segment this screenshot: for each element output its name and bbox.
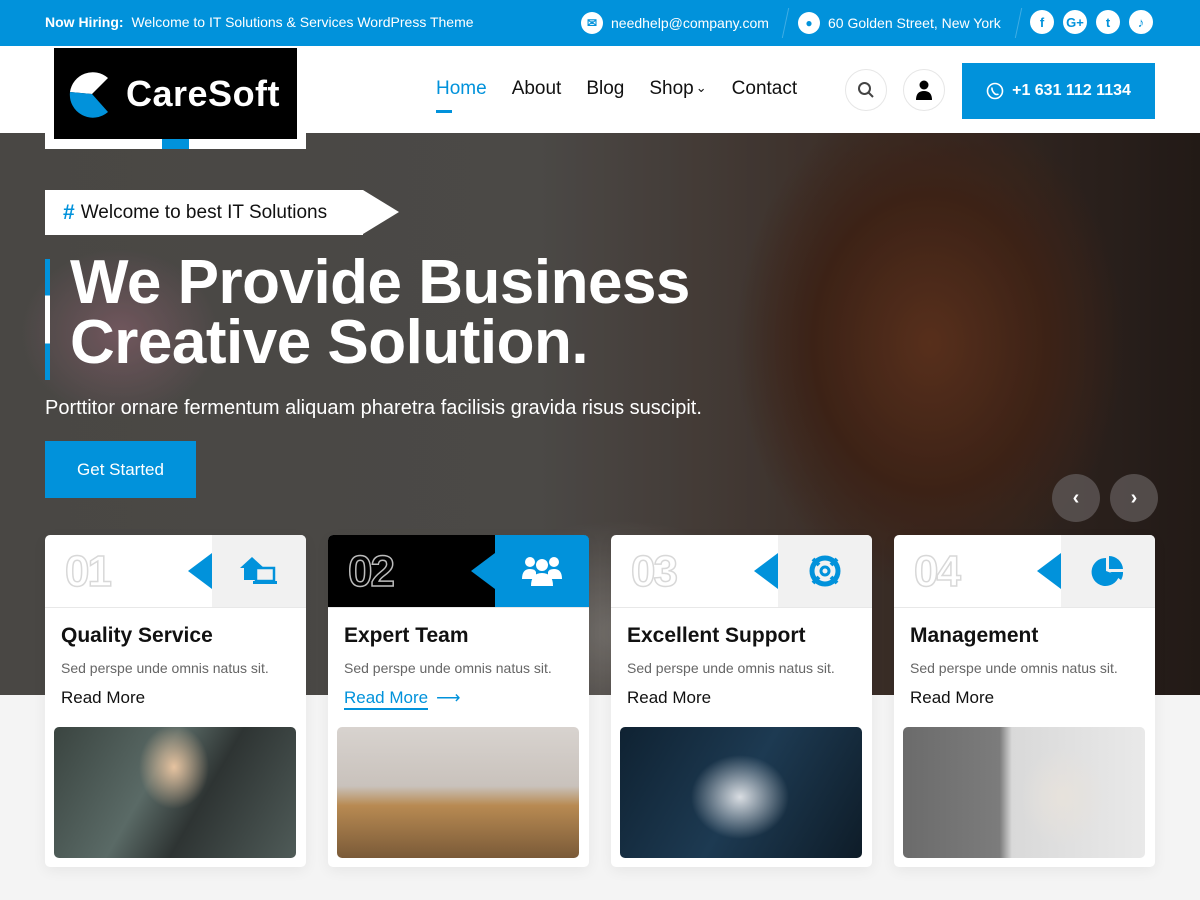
nav-about[interactable]: About [512,78,562,100]
feature-card: 01 Quality Service Sed perspe unde omnis… [45,535,306,867]
feature-card: 02 Expert Team Sed perspe unde omnis nat… [328,535,589,867]
card-number: 03 [630,546,678,597]
card-header: 04 [894,535,1155,608]
read-more-link[interactable]: Read More [344,688,429,710]
logo-accent [162,139,189,149]
main-nav: Home About Blog Shop ⌄ Contact [436,78,797,113]
top-bar: Now Hiring: Welcome to IT Solutions & Se… [0,0,1200,46]
logo-inner: CareSoft [54,48,297,139]
read-more-link[interactable]: Read More [910,688,994,708]
social-links: f G+ t ♪ [1030,10,1153,34]
hero-title-line2: Creative Solution. [70,308,589,377]
tagline-text: Welcome to best IT Solutions [80,201,328,223]
card-header: 03 [611,535,872,608]
slider-prev-button[interactable]: ‹ [1052,474,1100,522]
card-header: 02 [328,535,589,608]
hash-icon: # [63,200,75,224]
card-description: Sed perspe unde omnis natus sit. [61,660,269,676]
read-more-link[interactable]: Read More [627,688,711,708]
feature-cards: 01 Quality Service Sed perspe unde omnis… [45,535,1155,867]
card-image [903,727,1145,858]
nav-home[interactable]: Home [436,78,487,113]
card-header: 01 [45,535,306,608]
logo[interactable]: CareSoft [45,46,306,149]
twitter-icon[interactable]: t [1096,10,1120,34]
hiring-text: Welcome to IT Solutions & Services WordP… [131,14,474,30]
card-title: Excellent Support [627,624,806,647]
slider-next-button[interactable]: › [1110,474,1158,522]
card-image [337,727,579,858]
phone-number: +1 631 112 1134 [1012,82,1131,99]
card-description: Sed perspe unde omnis natus sit. [627,660,835,676]
google-plus-icon[interactable]: G+ [1063,10,1087,34]
map-pin-icon: ● [798,12,820,34]
arrow-right-icon: ⟶ [436,688,461,707]
feature-card: 04 Management Sed perspe unde omnis natu… [894,535,1155,867]
nav-blog[interactable]: Blog [586,78,624,100]
card-icon-box [1037,535,1155,607]
hero-tagline: # Welcome to best IT Solutions [45,190,399,235]
card-number: 01 [64,546,112,597]
get-started-button[interactable]: Get Started [45,441,196,498]
nav-shop[interactable]: Shop ⌄ [649,78,706,100]
hiring-notice: Now Hiring: Welcome to IT Solutions & Se… [45,14,474,30]
title-accent-bar [45,259,50,380]
read-more-label: Read More [344,688,429,707]
address-contact: ● 60 Golden Street, New York [798,11,1001,35]
user-icon [916,80,932,100]
hero-title-line1: We Provide Business [70,248,690,317]
account-button[interactable] [903,69,945,111]
read-more-link[interactable]: Read More [61,688,145,708]
hiring-label: Now Hiring: [45,14,124,30]
search-icon [858,82,874,98]
card-icon-box [188,535,306,607]
card-description: Sed perspe unde omnis natus sit. [344,660,552,676]
hero-subtitle: Porttitor ornare fermentum aliquam phare… [45,397,702,419]
tiktok-icon[interactable]: ♪ [1129,10,1153,34]
address-text: 60 Golden Street, New York [828,15,1001,31]
phone-button[interactable]: +1 631 112 1134 [962,63,1155,119]
facebook-icon[interactable]: f [1030,10,1054,34]
card-title: Management [910,624,1039,647]
nav-contact[interactable]: Contact [732,78,797,100]
whatsapp-icon [986,82,1004,100]
card-number: 04 [913,546,961,597]
hero-title: We Provide Business Creative Solution. [70,252,690,374]
feature-card: 03 Excellent Support Sed perspe unde omn… [611,535,872,867]
email-text: needhelp@company.com [611,15,769,31]
search-button[interactable] [845,69,887,111]
card-title: Expert Team [344,624,469,647]
email-contact[interactable]: ✉ needhelp@company.com [581,11,769,35]
chevron-down-icon: ⌄ [695,80,707,95]
divider [1014,8,1023,38]
logo-mark-icon [69,71,108,118]
card-title: Quality Service [61,624,213,647]
card-icon-box [471,535,589,607]
logo-text: CareSoft [126,72,281,114]
lifebuoy-icon [809,555,841,587]
card-number: 02 [347,546,395,597]
chevron-left-icon: ‹ [1072,486,1080,509]
card-image [54,727,296,858]
pie-chart-icon [1091,555,1124,586]
card-image [620,727,862,858]
team-icon [522,557,562,586]
divider [781,8,790,38]
chevron-right-icon: › [1130,486,1138,509]
home-laptop-icon [240,557,277,584]
nav-shop-label: Shop [649,78,694,99]
card-icon-box [754,535,872,607]
card-description: Sed perspe unde omnis natus sit. [910,660,1118,676]
envelope-icon: ✉ [581,12,603,34]
